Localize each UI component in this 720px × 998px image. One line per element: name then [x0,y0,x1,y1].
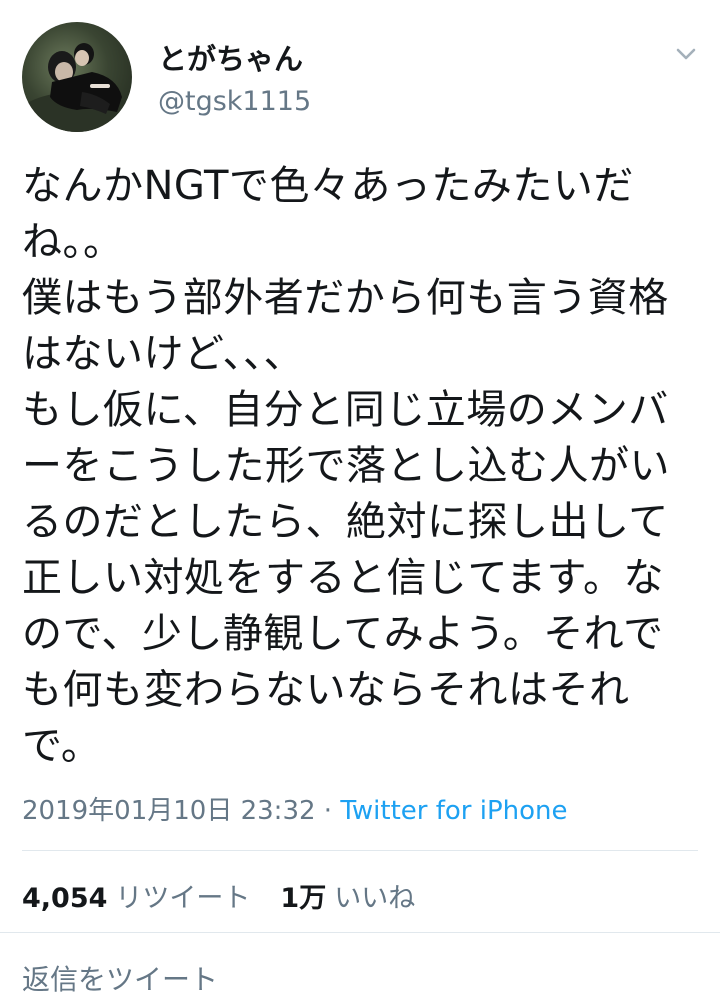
retweets-stat[interactable]: 4,054 リツイート [22,883,250,914]
tweet-meta: 2019年01月10日 23:32 · Twitter for iPhone [22,790,568,827]
likes-stat[interactable]: 1万 いいね [280,883,415,914]
divider [22,850,698,851]
tweet-header: とがちゃん @tgsk1115 [0,0,720,150]
avatar[interactable] [22,22,132,132]
avatar-image [22,43,132,132]
tweet-stats: 4,054 リツイート 1万 いいね [22,876,415,915]
retweets-count: 4,054 [22,883,108,914]
chevron-down-icon[interactable] [672,40,700,68]
meta-separator: · [323,796,333,826]
tweet-text: なんかNGTで色々あったみたいだね。。 僕はもう部外者だから何も言う資格はないけ… [22,163,670,769]
user-handle[interactable]: @tgsk1115 [158,86,311,117]
tweet-timestamp[interactable]: 2019年01月10日 23:32 [22,796,316,826]
likes-label: いいね [334,883,416,914]
retweets-label: リツイート [115,883,251,914]
tweet-source-link[interactable]: Twitter for iPhone [340,796,567,826]
divider [0,932,720,933]
reply-input[interactable]: 返信をツイート [22,958,218,998]
likes-count: 1万 [280,883,327,914]
display-name[interactable]: とがちゃん [158,36,303,78]
